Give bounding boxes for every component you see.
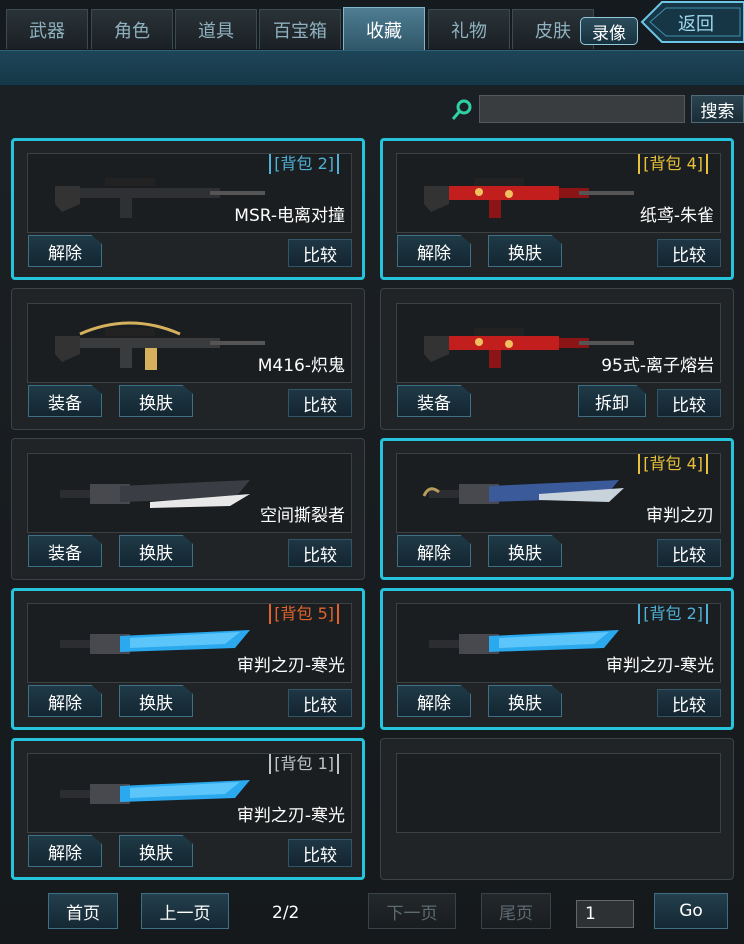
weapon-preview: 纸鸢-朱雀 [背包 4] — [396, 153, 721, 233]
weapon-card[interactable]: MSR-电离对撞 [背包 2] 解除 比较 — [11, 138, 365, 280]
detach-button[interactable]: 拆卸 — [578, 385, 646, 417]
last-page-button[interactable]: 尾页 — [481, 893, 551, 929]
search-icon — [451, 99, 472, 120]
weapon-preview: 审判之刃 [背包 4] — [396, 453, 721, 533]
weapon-card[interactable]: 审判之刃-寒光 [背包 5] 解除 换肤 比较 — [11, 588, 365, 730]
tab-collection[interactable]: 收藏 — [343, 7, 425, 52]
reskin-button[interactable]: 换肤 — [119, 835, 193, 867]
blade-weapon-icon — [422, 480, 624, 504]
reskin-button[interactable]: 换肤 — [488, 235, 562, 267]
record-button[interactable]: 录像 — [580, 17, 638, 45]
unequip-button[interactable]: 解除 — [397, 535, 471, 567]
compare-button[interactable]: 比较 — [657, 389, 721, 417]
unequip-button[interactable]: 解除 — [28, 685, 102, 717]
reskin-button[interactable]: 换肤 — [119, 385, 193, 417]
equip-button[interactable]: 装备 — [28, 535, 102, 567]
go-button[interactable]: Go — [654, 893, 728, 929]
search-button[interactable]: 搜索 — [691, 95, 744, 123]
weapon-card[interactable]: M416-炽鬼装备 换肤 比较 — [11, 288, 365, 430]
compare-button[interactable]: 比较 — [657, 689, 721, 717]
weapon-name: 纸鸢-朱雀 — [639, 206, 714, 226]
back-label: 返回 — [678, 14, 714, 35]
prev-page-button[interactable]: 上一页 — [141, 893, 229, 929]
weapon-name: M416-炽鬼 — [257, 356, 345, 376]
weapon-preview: 审判之刃-寒光 [背包 5] — [27, 603, 352, 683]
tab-gifts[interactable]: 礼物 — [428, 9, 510, 49]
tab-characters[interactable]: 角色 — [91, 9, 173, 49]
weapon-name: MSR-电离对撞 — [234, 206, 345, 226]
reskin-button[interactable]: 换肤 — [119, 535, 193, 567]
unequip-button[interactable]: 解除 — [397, 235, 471, 267]
unequip-button[interactable]: 解除 — [397, 685, 471, 717]
page-info: 2/2 — [272, 903, 300, 923]
reskin-button[interactable]: 换肤 — [488, 535, 562, 567]
reskin-button[interactable]: 换肤 — [488, 685, 562, 717]
equip-button[interactable]: 装备 — [397, 385, 471, 417]
weapon-preview: MSR-电离对撞 [背包 2] — [27, 153, 352, 233]
weapon-preview: 审判之刃-寒光 [背包 2] — [396, 603, 721, 683]
rifle-weapon-icon — [55, 321, 265, 370]
first-page-button[interactable]: 首页 — [48, 893, 118, 929]
compare-button[interactable]: 比较 — [288, 389, 352, 417]
weapon-card[interactable]: 审判之刃 [背包 4] 解除 换肤 比较 — [380, 438, 734, 580]
empty-slot-inner — [396, 753, 721, 833]
collection-screen: 武器 角色 道具 百宝箱 收藏 礼物 皮肤 录像 返回 搜索 MSR-电离对撞 [… — [0, 0, 744, 944]
rifle-weapon-icon — [424, 178, 634, 218]
backpack-badge: [背包 1] — [269, 754, 339, 774]
tab-weapons[interactable]: 武器 — [6, 9, 88, 49]
header-band — [0, 50, 744, 86]
weapon-card[interactable]: 空间撕裂者装备 换肤 比较 — [11, 438, 365, 580]
search-input[interactable] — [479, 95, 685, 123]
weapon-name: 审判之刃-寒光 — [605, 656, 714, 676]
equip-button[interactable]: 装备 — [28, 385, 102, 417]
reskin-button[interactable]: 换肤 — [119, 685, 193, 717]
weapon-preview: 95式-离子熔岩 — [396, 303, 721, 383]
weapon-name: 95式-离子熔岩 — [601, 356, 714, 376]
compare-button[interactable]: 比较 — [288, 839, 352, 867]
weapon-name: 审判之刃-寒光 — [236, 656, 345, 676]
tab-treasure[interactable]: 百宝箱 — [259, 9, 341, 49]
compare-button[interactable]: 比较 — [288, 539, 352, 567]
weapon-preview: M416-炽鬼 — [27, 303, 352, 383]
backpack-badge: [背包 2] — [638, 604, 708, 624]
compare-button[interactable]: 比较 — [288, 689, 352, 717]
unequip-button[interactable]: 解除 — [28, 835, 102, 867]
weapon-card[interactable]: 95式-离子熔岩装备 拆卸 比较 — [380, 288, 734, 430]
page-input[interactable]: 1 — [576, 900, 634, 928]
tab-bar: 武器 角色 道具 百宝箱 收藏 礼物 皮肤 录像 返回 — [0, 0, 744, 52]
weapon-card[interactable]: 审判之刃-寒光 [背包 1] 解除 换肤 比较 — [11, 738, 365, 880]
weapon-card[interactable]: 审判之刃-寒光 [背包 2] 解除 换肤 比较 — [380, 588, 734, 730]
backpack-badge: [背包 4] — [638, 154, 708, 174]
compare-button[interactable]: 比较 — [288, 239, 352, 267]
weapon-name: 空间撕裂者 — [260, 506, 345, 526]
blade-weapon-icon — [60, 480, 250, 508]
compare-button[interactable]: 比较 — [657, 239, 721, 267]
backpack-badge: [背包 5] — [269, 604, 339, 624]
weapon-preview: 空间撕裂者 — [27, 453, 352, 533]
weapon-preview: 审判之刃-寒光 [背包 1] — [27, 753, 352, 833]
next-page-button[interactable]: 下一页 — [368, 893, 456, 929]
weapon-name: 审判之刃-寒光 — [236, 806, 345, 826]
back-button[interactable]: 返回 — [640, 0, 744, 44]
empty-slot — [380, 738, 734, 880]
weapon-name: 审判之刃 — [646, 506, 714, 526]
unequip-button[interactable]: 解除 — [28, 235, 102, 267]
compare-button[interactable]: 比较 — [657, 539, 721, 567]
backpack-badge: [背包 4] — [638, 454, 708, 474]
weapon-card[interactable]: 纸鸢-朱雀 [背包 4] 解除 换肤 比较 — [380, 138, 734, 280]
backpack-badge: [背包 2] — [269, 154, 339, 174]
tab-props[interactable]: 道具 — [175, 9, 257, 49]
